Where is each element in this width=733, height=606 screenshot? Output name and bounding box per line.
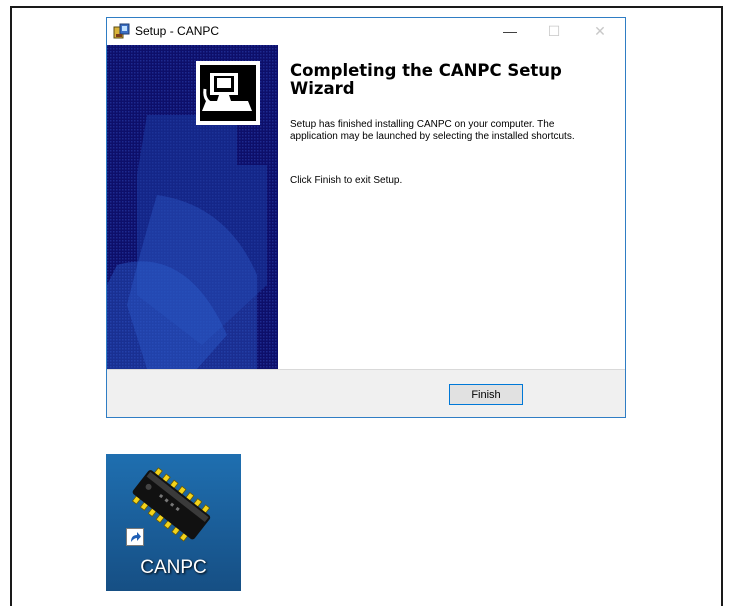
minimize-button[interactable]: — (493, 21, 527, 41)
setup-dialog: Setup - CANPC — ☐ ✕ Completing the CANPC… (106, 17, 626, 418)
wizard-heading: Completing the CANPC Setup Wizard (290, 61, 562, 98)
wizard-content: Completing the CANPC Setup Wizard Setup … (278, 45, 625, 369)
banner-artwork (107, 45, 278, 369)
maximize-button[interactable]: ☐ (537, 21, 571, 41)
finish-button[interactable]: Finish (449, 384, 523, 405)
maximize-icon: ☐ (547, 22, 561, 39)
setup-app-icon (113, 23, 130, 39)
close-button[interactable]: ✕ (583, 21, 617, 41)
shortcut-arrow-icon (126, 528, 144, 546)
window-title: Setup - CANPC (135, 24, 220, 38)
wizard-footer: Finish (107, 369, 625, 417)
wizard-banner-image (107, 45, 278, 369)
minimize-icon: — (503, 23, 517, 39)
shortcut-label: CANPC (140, 557, 207, 578)
close-icon: ✕ (594, 22, 606, 39)
completion-message: Setup has finished installing CANPC on y… (290, 119, 575, 142)
title-bar[interactable]: Setup - CANPC — ☐ ✕ (107, 18, 625, 45)
finish-instruction: Click Finish to exit Setup. (290, 175, 403, 186)
canpc-desktop-shortcut[interactable]: CANPC (106, 454, 241, 591)
